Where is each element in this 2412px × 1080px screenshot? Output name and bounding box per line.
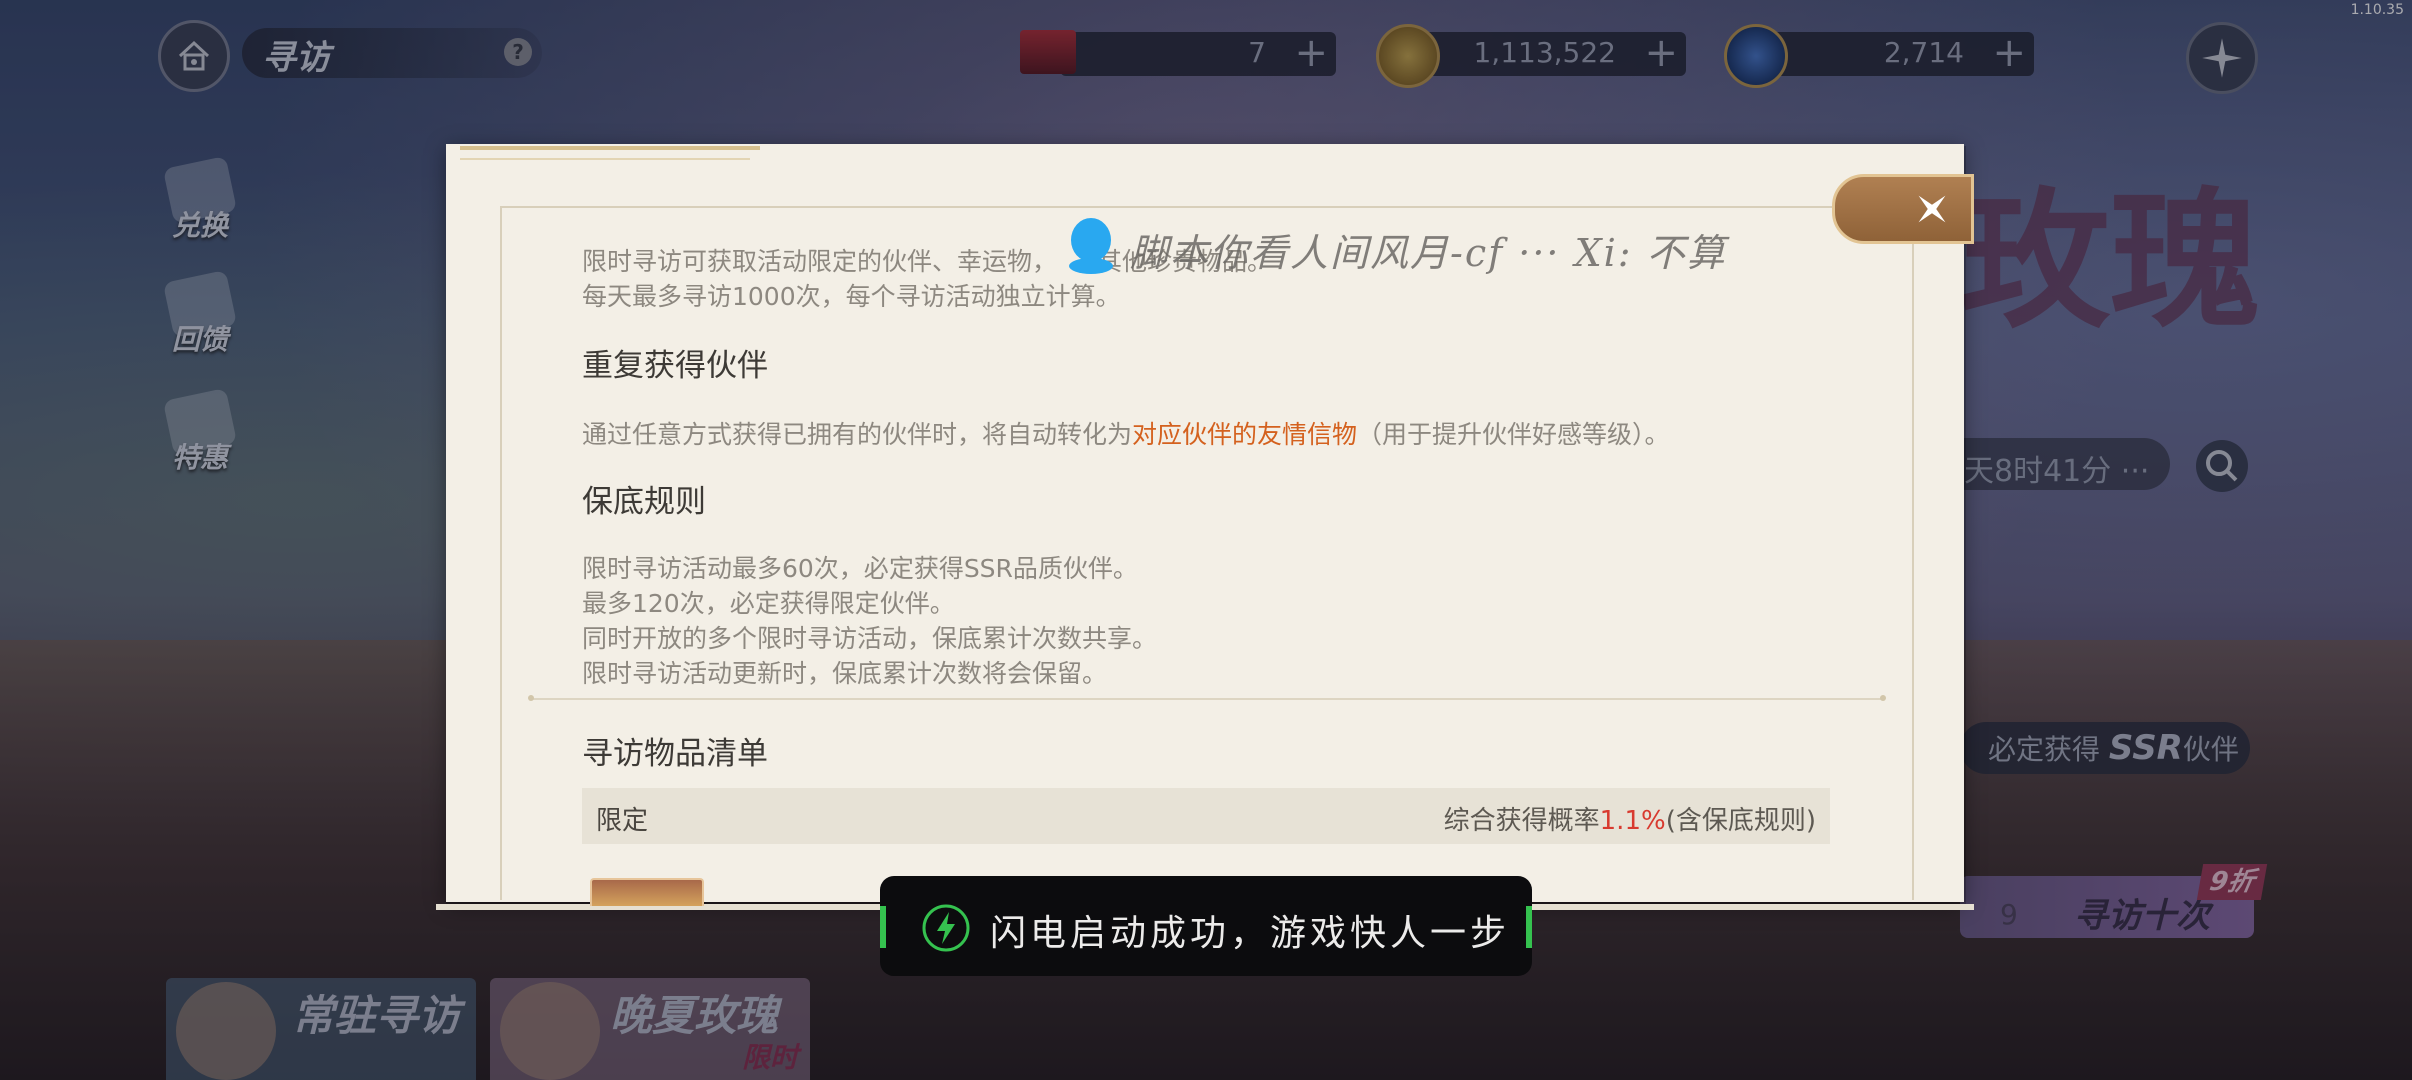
section-duplicate-text-a: 通过任意方式获得已拥有的伙伴时，将自动转化为 xyxy=(582,420,1133,449)
pity-rule-line: 同时开放的多个限时寻访活动，保底累计次数共享。 xyxy=(582,624,1158,653)
item-list-title: 寻访物品清单 xyxy=(582,736,768,772)
section-duplicate-title: 重复获得伙伴 xyxy=(582,348,768,384)
section-divider xyxy=(528,695,1886,701)
pity-rule-line: 最多120次，必定获得限定伙伴。 xyxy=(582,589,955,618)
pity-rule-line: 限时寻访活动最多60次，必定获得SSR品质伙伴。 xyxy=(582,554,1138,583)
section-duplicate-text-b: （用于提升伙伴好感等级）。 xyxy=(1357,420,1670,449)
penguin-icon xyxy=(1069,218,1113,274)
section-pity-title: 保底规则 xyxy=(582,484,706,520)
limited-category-label: 限定 xyxy=(596,806,649,836)
friendship-token-highlight: 对应伙伴的友情信物 xyxy=(1132,420,1358,449)
rate-prefix: 综合获得概率 xyxy=(1443,806,1600,836)
intro-line-1-a: 限时寻访可获取活动限定的伙伴、幸运物， xyxy=(582,247,1058,276)
overall-rate: 综合获得概率1.1%(含保底规则) xyxy=(1444,800,1816,837)
toast-text: 闪电启动成功，游戏快人一步 xyxy=(990,913,1511,954)
item-thumbnail[interactable] xyxy=(590,878,704,906)
section-duplicate-text: 通过任意方式获得已拥有的伙伴时，将自动转化为对应伙伴的友情信物（用于提升伙伴好感… xyxy=(582,417,1832,452)
modal-decoration xyxy=(460,146,760,150)
toast-accent-right xyxy=(1526,906,1532,948)
watermark-text: 脚本你看人间风月-cf ··· Xi: 不算 xyxy=(1130,231,1727,275)
pity-rule-line: 限时寻访活动更新时，保底累计次数将会保留。 xyxy=(582,659,1108,688)
close-icon xyxy=(1918,195,1946,223)
toast-accent-left xyxy=(880,906,886,948)
modal-decoration xyxy=(460,158,750,160)
item-list-header-row: 限定 综合获得概率1.1%(含保底规则) xyxy=(582,788,1830,844)
rate-suffix: (含保底规则) xyxy=(1665,806,1816,836)
rate-value: 1.1% xyxy=(1599,806,1666,836)
intro-line-2: 每天最多寻访1000次，每个寻访活动独立计算。 xyxy=(582,282,1121,311)
lightning-icon xyxy=(922,904,970,952)
rules-content: 限时寻访可获取活动限定的伙伴、幸运物， 其他珍贵物品。 每天最多寻访1000次，每… xyxy=(582,244,1832,691)
close-button[interactable] xyxy=(1832,174,1974,244)
